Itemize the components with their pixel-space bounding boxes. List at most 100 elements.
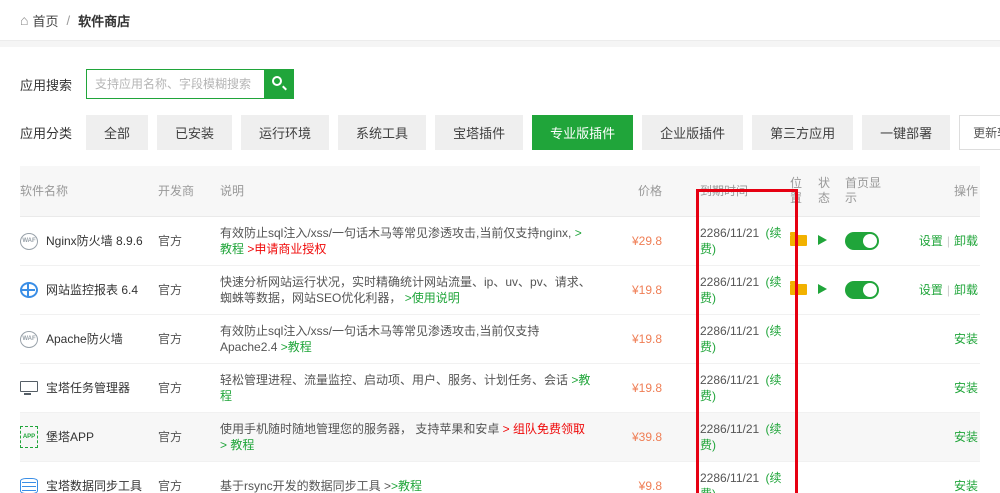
category-tab-installed[interactable]: 已安装 [157,115,232,150]
header-developer: 开发商 [158,166,220,217]
category-tab-enterprise-plugin[interactable]: 企业版插件 [642,115,743,150]
header-location: 位置 [790,166,818,217]
app-developer: 官方 [158,462,220,493]
description-link[interactable]: >教程 [391,479,422,493]
expiry-date: 2286/11/21 [700,324,763,338]
action-separator: | [947,234,950,248]
app-price: ¥39.8 [593,413,668,462]
task-manager-icon [20,381,38,392]
divider-band [0,41,1000,47]
settings-link[interactable]: 设置 [919,283,943,297]
category-tab-all[interactable]: 全部 [86,115,148,150]
app-price: ¥19.8 [593,364,668,413]
table-header-row: 软件名称 开发商 说明 价格 到期时间 位置 状态 首页显示 操作 [20,166,980,217]
description-text: 有效防止sql注入/xss/一句话木马等常见渗透攻击,当前仅支持nginx, [220,226,575,240]
install-link[interactable]: 安装 [954,479,978,493]
expiry-date: 2286/11/21 [700,471,763,485]
table-row: 宝塔数据同步工具 官方 基于rsync开发的数据同步工具 >>教程 ¥9.8 2… [20,462,980,493]
description-link[interactable]: >教程 [281,340,312,354]
app-developer: 官方 [158,217,220,266]
header-status: 状态 [818,166,845,217]
table-row: 网站监控报表 6.4 官方 快速分析网站运行状况，实时精确统计网站流量、ip、u… [20,266,980,315]
description-link[interactable]: > 教程 [220,438,254,452]
software-table-body: WAF Nginx防火墙 8.9.6 官方 有效防止sql注入/xss/一句话木… [20,217,980,493]
description-link[interactable]: > 组队免费领取 [503,422,585,436]
app-price: ¥19.8 [593,266,668,315]
uninstall-link[interactable]: 卸载 [954,283,978,297]
toggle-knob [863,283,877,297]
description-link[interactable]: >申请商业授权 [247,242,326,256]
category-tab-pro-plugin[interactable]: 专业版插件 [532,115,633,150]
description-text: 基于rsync开发的数据同步工具 > [220,479,391,493]
play-icon[interactable] [818,284,827,294]
description-text: 轻松管理进程、流量监控、启动项、用户、服务、计划任务、会话 [220,373,571,387]
app-category-row: 应用分类 全部已安装运行环境系统工具宝塔插件专业版插件企业版插件第三方应用一键部… [20,115,980,150]
table-row: WAF Nginx防火墙 8.9.6 官方 有效防止sql注入/xss/一句话木… [20,217,980,266]
table-row: WAF Apache防火墙 官方 有效防止sql注入/xss/一句话木马等常见渗… [20,315,980,364]
app-description: 快速分析网站运行状况，实时精确统计网站流量、ip、uv、pv、请求、蜘蛛等数据，… [220,266,593,315]
bt-app-icon: APP [20,426,38,448]
app-developer: 官方 [158,315,220,364]
expiry-date: 2286/11/21 [700,226,763,240]
app-description: 基于rsync开发的数据同步工具 >>教程 [220,462,593,493]
software-store-page: ⌂ 首页 / 软件商店 应用搜索 应用分类 全部已安装运行环境系统工具宝塔插件专… [0,0,1000,493]
category-label: 应用分类 [20,123,72,142]
search-icon [272,76,282,86]
app-price: ¥19.8 [593,315,668,364]
breadcrumb-home-label: 首页 [32,11,58,30]
search-label: 应用搜索 [20,75,72,94]
action-separator: | [947,283,950,297]
search-button[interactable] [264,69,294,99]
category-tab-bt-plugin[interactable]: 宝塔插件 [435,115,523,150]
header-homepage-display: 首页显示 [845,166,893,217]
table-row: 宝塔任务管理器 官方 轻松管理进程、流量监控、启动项、用户、服务、计划任务、会话… [20,364,980,413]
category-tab-runtime[interactable]: 运行环境 [241,115,329,150]
update-software-list-button[interactable]: 更新软件列表 [959,115,1000,150]
app-name: 宝塔任务管理器 [46,380,130,396]
table-row: APP 堡塔APP 官方 使用手机随时随地管理您的服务器， 支持苹果和安卓 > … [20,413,980,462]
search-input[interactable] [86,69,264,99]
app-description: 轻松管理进程、流量监控、启动项、用户、服务、计划任务、会话 >教程 [220,364,593,413]
install-link[interactable]: 安装 [954,381,978,395]
description-text: 使用手机随时随地管理您的服务器， 支持苹果和安卓 [220,422,503,436]
install-link[interactable]: 安装 [954,332,978,346]
header-expiry: 到期时间 [668,166,790,217]
breadcrumb-separator: / [66,13,70,28]
install-link[interactable]: 安装 [954,430,978,444]
play-icon[interactable] [818,235,827,245]
category-tabs: 全部已安装运行环境系统工具宝塔插件专业版插件企业版插件第三方应用一键部署 [86,115,959,150]
database-sync-icon [20,478,38,493]
header-description: 说明 [220,166,593,217]
search-box [86,69,294,99]
category-tab-system-tools[interactable]: 系统工具 [338,115,426,150]
category-tab-third-party[interactable]: 第三方应用 [752,115,853,150]
uninstall-link[interactable]: 卸载 [954,234,978,248]
app-developer: 官方 [158,266,220,315]
app-name: Nginx防火墙 8.9.6 [46,233,143,249]
expiry-date: 2286/11/21 [700,422,763,436]
app-description: 有效防止sql注入/xss/一句话木马等常见渗透攻击,当前仅支持nginx, >… [220,217,593,266]
breadcrumb: ⌂ 首页 / 软件商店 [0,0,1000,41]
expiry-date: 2286/11/21 [700,373,763,387]
app-name: 堡塔APP [46,429,94,445]
toggle-knob [863,234,877,248]
homepage-display-toggle[interactable] [845,232,879,250]
breadcrumb-home-link[interactable]: ⌂ 首页 [20,11,58,30]
description-link[interactable]: >使用说明 [405,291,460,305]
software-table: 软件名称 开发商 说明 价格 到期时间 位置 状态 首页显示 操作 WAF Ng… [20,166,980,493]
header-price: 价格 [593,166,668,217]
category-tab-one-click[interactable]: 一键部署 [862,115,950,150]
settings-link[interactable]: 设置 [919,234,943,248]
header-actions: 操作 [893,166,980,217]
app-name: 宝塔数据同步工具 [46,478,142,493]
app-price: ¥29.8 [593,217,668,266]
folder-icon[interactable] [790,235,807,246]
page-title: 软件商店 [78,11,130,30]
folder-icon[interactable] [790,284,807,295]
app-name: Apache防火墙 [46,331,123,347]
homepage-display-toggle[interactable] [845,281,879,299]
waf-shield-icon: WAF [20,331,38,348]
description-text: 有效防止sql注入/xss/一句话木马等常见渗透攻击,当前仅支持Apache2.… [220,324,539,354]
site-monitor-icon [20,282,38,298]
app-description: 有效防止sql注入/xss/一句话木马等常见渗透攻击,当前仅支持Apache2.… [220,315,593,364]
